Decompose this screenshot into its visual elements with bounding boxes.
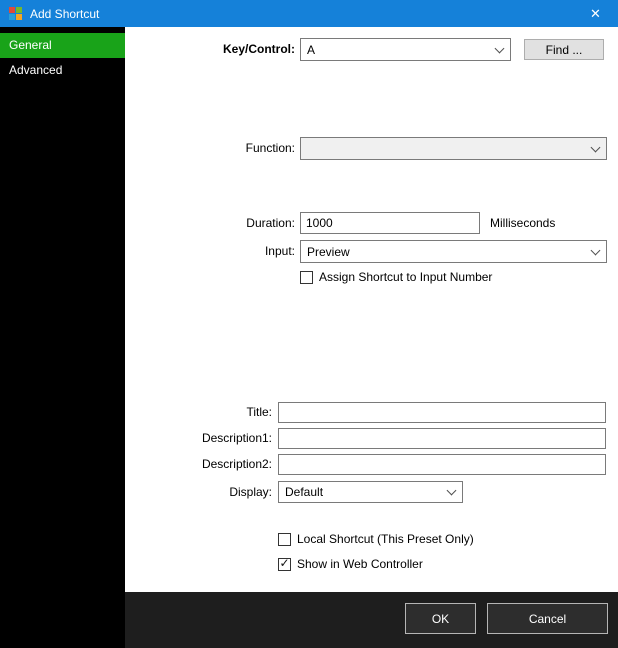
function-dropdown[interactable] bbox=[300, 137, 607, 160]
key-control-value: A bbox=[307, 43, 315, 57]
chevron-down-icon bbox=[591, 142, 601, 152]
find-button[interactable]: Find ... bbox=[524, 39, 604, 60]
display-dropdown[interactable]: Default bbox=[278, 481, 463, 503]
duration-units-label: Milliseconds bbox=[490, 212, 555, 234]
local-shortcut-checkbox-label: Local Shortcut (This Preset Only) bbox=[297, 532, 474, 546]
sidebar-item-advanced[interactable]: Advanced bbox=[0, 58, 125, 83]
chevron-down-icon bbox=[591, 245, 601, 255]
description2-label: Description2: bbox=[125, 454, 272, 475]
local-shortcut-checkbox[interactable] bbox=[278, 533, 291, 546]
input-value: Preview bbox=[307, 245, 350, 259]
ok-button[interactable]: OK bbox=[405, 603, 476, 634]
assign-input-checkbox-label: Assign Shortcut to Input Number bbox=[319, 270, 492, 284]
display-label: Display: bbox=[125, 481, 272, 503]
key-control-dropdown[interactable]: A bbox=[300, 38, 511, 61]
chevron-down-icon bbox=[447, 486, 457, 496]
footer: OK Cancel bbox=[125, 592, 618, 648]
input-dropdown[interactable]: Preview bbox=[300, 240, 607, 263]
title-label: Title: bbox=[125, 402, 272, 423]
description2-input[interactable] bbox=[278, 454, 606, 475]
app-icon bbox=[9, 7, 22, 20]
chevron-down-icon bbox=[495, 43, 505, 53]
duration-input[interactable] bbox=[300, 212, 480, 234]
assign-input-checkbox-row[interactable]: Assign Shortcut to Input Number bbox=[300, 270, 492, 284]
web-controller-checkbox-row[interactable]: Show in Web Controller bbox=[278, 557, 423, 571]
assign-input-checkbox[interactable] bbox=[300, 271, 313, 284]
general-panel: Key/Control: A Find ... Function: Durati… bbox=[125, 27, 618, 592]
add-shortcut-dialog: Add Shortcut ✕ General Advanced Key/Cont… bbox=[0, 0, 618, 648]
titlebar: Add Shortcut ✕ bbox=[0, 0, 618, 27]
description1-input[interactable] bbox=[278, 428, 606, 449]
function-label: Function: bbox=[125, 137, 295, 160]
duration-label: Duration: bbox=[125, 212, 295, 234]
web-controller-checkbox-label: Show in Web Controller bbox=[297, 557, 423, 571]
window-title: Add Shortcut bbox=[30, 7, 99, 21]
close-icon: ✕ bbox=[590, 6, 601, 22]
input-label: Input: bbox=[125, 240, 295, 263]
web-controller-checkbox[interactable] bbox=[278, 558, 291, 571]
display-value: Default bbox=[285, 485, 323, 499]
cancel-button[interactable]: Cancel bbox=[487, 603, 608, 634]
local-shortcut-checkbox-row[interactable]: Local Shortcut (This Preset Only) bbox=[278, 532, 474, 546]
close-button[interactable]: ✕ bbox=[573, 0, 618, 27]
sidebar: General Advanced bbox=[0, 27, 125, 648]
key-control-label: Key/Control: bbox=[125, 38, 295, 61]
sidebar-item-general[interactable]: General bbox=[0, 33, 125, 58]
description1-label: Description1: bbox=[125, 428, 272, 449]
title-input[interactable] bbox=[278, 402, 606, 423]
